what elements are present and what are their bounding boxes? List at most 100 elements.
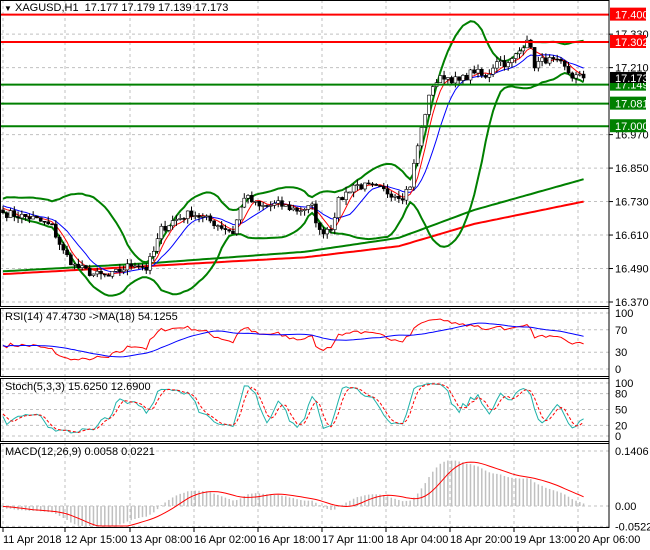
candle-body [453, 76, 458, 84]
candle-body [257, 201, 262, 207]
candle-body [348, 191, 352, 194]
candle-body [370, 183, 375, 186]
candle-body [302, 209, 307, 211]
candle-body [72, 263, 77, 266]
candle-body [483, 75, 488, 78]
candle-body [246, 195, 250, 199]
candle-body [102, 273, 107, 276]
candle-body [133, 265, 137, 268]
candle-body [559, 59, 563, 62]
candle-body [193, 215, 198, 217]
candle-body [355, 184, 360, 186]
candle-body [38, 217, 43, 222]
candle-body [400, 198, 405, 201]
candle-body [197, 215, 201, 218]
candle-body [155, 238, 160, 252]
candle-body [272, 203, 277, 206]
candle-body [427, 94, 431, 115]
candle-body [121, 269, 126, 272]
rsi-label: RSI(14) 47.4730 ->MA(18) 54.1255 [5, 311, 178, 323]
candle-body [227, 229, 231, 232]
candle-body [84, 265, 88, 269]
candle-body [219, 225, 224, 229]
candle-body [408, 186, 412, 190]
candle-body [95, 270, 100, 275]
candle-body [547, 57, 552, 64]
ma-long-red-line [2, 200, 584, 276]
candle-body [1, 209, 5, 214]
candle-body [430, 86, 435, 96]
candle-body [457, 76, 461, 81]
candle-body [495, 61, 499, 69]
candle-body [91, 273, 96, 276]
candle-body [385, 188, 390, 195]
candle-body [412, 162, 416, 188]
candle-body [513, 53, 518, 59]
candle-body [167, 225, 171, 231]
price-tick-label: 16.850 [615, 163, 649, 175]
time-axis-label: 13 Apr 08:00 [130, 534, 192, 546]
candle-body [566, 66, 571, 74]
candle-body [393, 195, 397, 198]
candle-body [351, 184, 356, 193]
candle-body [540, 57, 544, 62]
candle-body [27, 216, 32, 220]
candle-body [212, 220, 216, 227]
macd-label: MACD(12,26,9) 0.0058 0.0221 [5, 446, 155, 458]
candle-body [291, 207, 296, 211]
candle-body [12, 210, 17, 217]
candle-body [144, 266, 149, 271]
candle-body [136, 265, 141, 268]
candle-body [80, 265, 84, 268]
chart-canvas: 17.33017.21016.97016.85016.73016.61016.4… [0, 0, 650, 546]
price-tick-label: 16.730 [615, 197, 649, 209]
candle-body [268, 205, 273, 207]
candle-body [479, 68, 484, 76]
candle-body [378, 185, 382, 187]
level-price-label: 17.400 [615, 10, 649, 22]
time-axis-label: 16 Apr 02:00 [194, 534, 256, 546]
candle-body [498, 60, 503, 63]
candle-body [65, 249, 69, 256]
candle-body [476, 68, 480, 74]
candle-body [574, 74, 578, 79]
candle-body [238, 206, 243, 221]
candle-body [340, 197, 345, 201]
macd-tick-label: 0.00 [615, 501, 636, 513]
stoch-tick-label: 80 [615, 389, 627, 401]
candle-body [551, 57, 556, 60]
level-price-label: 17.302 [615, 37, 649, 49]
candle-body [491, 67, 495, 75]
candle-body [299, 210, 303, 212]
candle-body [283, 204, 288, 207]
candle-body [487, 73, 492, 78]
candle-body [16, 216, 20, 219]
candle-body [204, 215, 209, 218]
candle-body [174, 219, 179, 221]
candle-body [472, 69, 477, 74]
candle-body [310, 203, 314, 206]
candle-body [231, 230, 235, 234]
candle-body [261, 205, 265, 207]
candle-body [57, 236, 62, 245]
candle-body [50, 223, 54, 226]
candle-body [314, 203, 318, 224]
candle-body [287, 204, 292, 211]
candle-body [468, 69, 473, 81]
candle-body [61, 244, 66, 251]
ma-fast-red-line [2, 47, 584, 275]
candle-body [536, 61, 541, 69]
candle-body [544, 57, 548, 64]
candle-body [159, 225, 164, 240]
time-axis-label: 18 Apr 04:00 [386, 534, 448, 546]
triangle-down-icon[interactable]: ▼ [4, 4, 12, 13]
candle-body [381, 186, 386, 190]
candle-body [163, 225, 167, 231]
stoch-tick-label: 0 [615, 431, 621, 443]
candle-body [118, 268, 122, 272]
candle-body [532, 47, 537, 69]
candle-body [464, 74, 469, 81]
candle-body [201, 216, 205, 218]
time-axis-label: 16 Apr 18:00 [258, 534, 320, 546]
candle-body [344, 191, 348, 201]
